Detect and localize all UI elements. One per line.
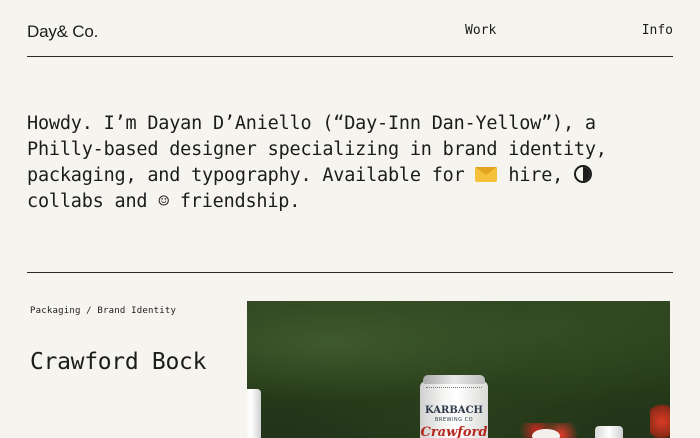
project-title[interactable]: Crawford Bock [30, 350, 220, 375]
intro-text: Howdy. I’m Dayan D’Aniello (“Day-Inn Dan… [27, 111, 677, 215]
envelope-icon [475, 167, 498, 182]
can-brand-text: KARBACH [425, 405, 483, 416]
smiley-icon: ☺ [158, 191, 169, 212]
project-tags: Packaging / Brand Identity [30, 306, 177, 316]
intro-text-part4: friendship. [168, 191, 301, 212]
half-moon-icon [574, 165, 593, 183]
image-can-right [595, 426, 623, 438]
image-red-object [650, 399, 670, 438]
section-divider [27, 272, 673, 273]
intro-text-part3: collabs and [27, 191, 159, 212]
intro-text-part2: hire, [497, 165, 575, 186]
nav-link-info[interactable]: Info [642, 23, 673, 38]
can-name-text: Crawford [420, 425, 488, 438]
nav-link-work[interactable]: Work [465, 23, 496, 38]
project-image[interactable]: KARBACH BREWING CO Crawford [247, 301, 670, 438]
image-beer-can: KARBACH BREWING CO Crawford [420, 375, 488, 438]
site-logo[interactable]: Day& Co. [27, 22, 98, 42]
image-can-left [247, 389, 261, 438]
image-white-flower [532, 429, 560, 438]
can-top-detail [426, 387, 482, 390]
can-sub-text: BREWING CO [434, 417, 474, 423]
site-header: Day& Co. Work Info [27, 0, 673, 57]
